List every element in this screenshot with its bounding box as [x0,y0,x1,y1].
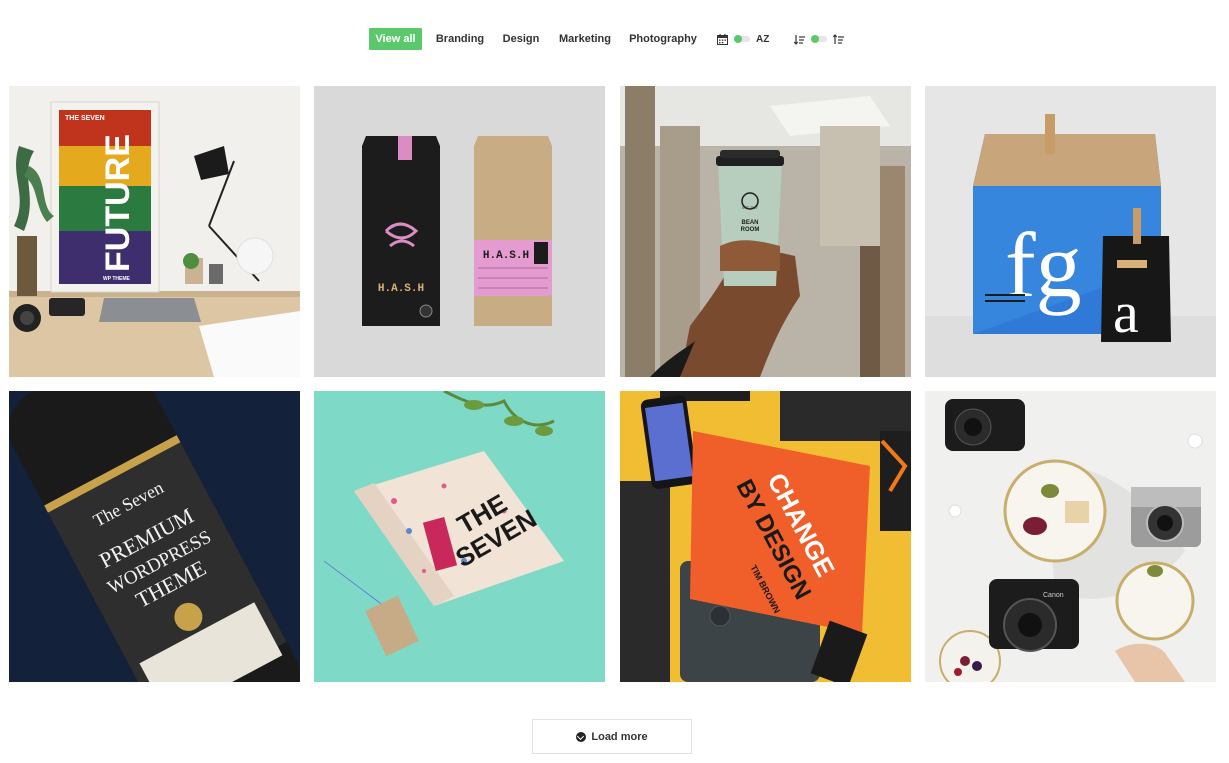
gallery-item-change-by-design[interactable]: CHANGE BY DESIGN TIM BROWN [620,391,911,682]
gallery-item-cameras-food[interactable]: Canon [925,391,1216,682]
sort-order-toggle[interactable] [794,28,844,50]
alpha-label: AZ [756,33,770,45]
date-alpha-switch[interactable] [734,35,750,43]
filter-design[interactable]: Design [501,28,541,50]
cup-est: EST 2017 [742,206,758,210]
poster-title: FUTURE [99,134,137,272]
gallery-item-seven-bottle[interactable]: The Seven PREMIUM WORDPRESS THEME [9,391,300,682]
sort-ascending-icon [833,33,844,44]
bag-small-letter: a [1113,280,1139,345]
gallery-item-fga-bags[interactable]: fg a [925,86,1216,377]
poster-brand: THE SEVEN [65,115,105,122]
cup-line2: ROOM [741,227,760,233]
gallery-item-future-poster[interactable]: THE SEVEN FUTURE WP THEME [9,86,300,377]
sort-descending-icon [794,34,805,45]
bean-room-image: BEAN ROOM EST 2017 [620,86,911,377]
poster-sub: WP THEME [103,276,131,282]
gallery-item-hash-coffee[interactable]: H.A.S.H H.A.S.H [314,86,605,377]
sort-date-alpha-toggle[interactable]: AZ [717,28,769,50]
sort-order-switch[interactable] [811,35,827,43]
filter-view-all[interactable]: View all [369,28,422,50]
seven-tshirt-image: THE SEVEN [314,391,605,682]
load-more-label: Load more [591,730,648,743]
future-poster-image: THE SEVEN FUTURE WP THEME [9,86,300,377]
load-more-button[interactable]: Load more [532,719,692,754]
gallery-item-bean-room-cup[interactable]: BEAN ROOM EST 2017 [620,86,911,377]
filter-photography[interactable]: Photography [628,28,698,50]
hash-coffee-image: H.A.S.H H.A.S.H [314,86,605,377]
calendar-icon [717,33,728,45]
change-by-design-image: CHANGE BY DESIGN TIM BROWN [620,391,911,682]
filter-branding[interactable]: Branding [435,28,485,50]
chevron-down-circle-icon [576,731,587,742]
filter-bar: View all Branding Design Marketing Photo… [0,28,1229,50]
cameras-food-image: Canon [925,391,1216,682]
camera-brand: Canon [1043,592,1064,599]
seven-bottle-image: The Seven PREMIUM WORDPRESS THEME [9,391,300,682]
bag2-brand: H.A.S.H [483,250,529,262]
filter-marketing[interactable]: Marketing [557,28,613,50]
fga-bags-image: fg a [925,86,1216,377]
cup-line1: BEAN [741,220,758,226]
gallery-item-seven-tshirt[interactable]: THE SEVEN [314,391,605,682]
bag1-brand: H.A.S.H [378,283,424,295]
